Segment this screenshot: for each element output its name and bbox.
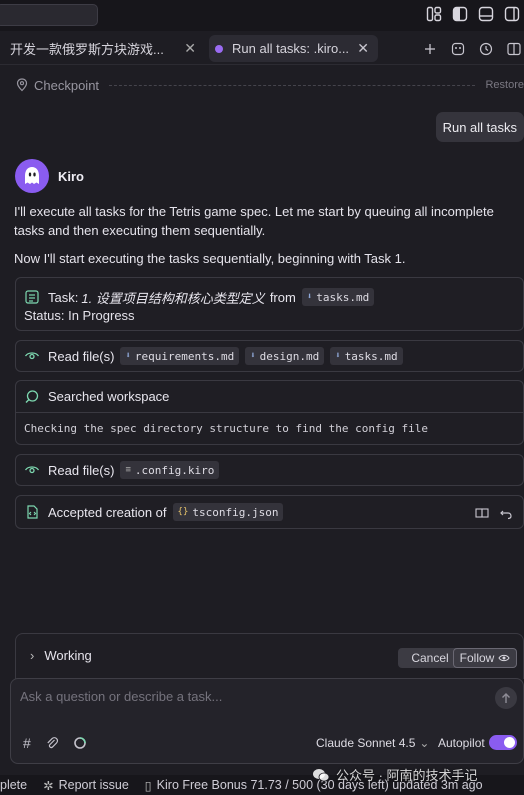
layout-icon[interactable] bbox=[426, 6, 442, 22]
tab-label: Run all tasks: .kiro... bbox=[232, 41, 350, 56]
location-pin-icon bbox=[16, 78, 28, 92]
follow-button[interactable]: Follow bbox=[453, 648, 517, 668]
chat-input-box[interactable]: Ask a question or describe a task... # C… bbox=[10, 678, 524, 764]
model-selector[interactable]: Claude Sonnet 4.5 ⌄ bbox=[316, 736, 429, 750]
tab-actions bbox=[422, 41, 524, 57]
search-detail: Checking the spec directory structure to… bbox=[24, 422, 428, 435]
action-label: Searched workspace bbox=[48, 389, 170, 404]
task-prefix: Task: bbox=[48, 289, 79, 305]
undo-icon[interactable] bbox=[499, 506, 513, 523]
eye-icon bbox=[498, 654, 510, 662]
assistant-header: Kiro bbox=[15, 159, 84, 193]
avatar bbox=[15, 159, 49, 193]
working-panel: › Working Cancel Follow bbox=[15, 633, 524, 679]
search-card[interactable]: Searched workspace Checking the spec dir… bbox=[15, 380, 524, 445]
checkpoint-label: Checkpoint bbox=[34, 77, 100, 93]
report-issue-button[interactable]: ✲ Report issue bbox=[43, 778, 129, 793]
kiro-ghost-icon[interactable] bbox=[450, 41, 466, 57]
working-toggle[interactable]: › Working bbox=[30, 648, 92, 663]
divider bbox=[109, 84, 476, 86]
chevron-right-icon: › bbox=[30, 648, 35, 663]
watermark: 公众号 · 阿南的技术手记 bbox=[312, 765, 478, 784]
tab-bar: 开发一款俄罗斯方块游戏... ✕ Run all tasks: .kiro...… bbox=[0, 31, 524, 65]
diff-icon bbox=[27, 505, 38, 519]
kiro-ghost-icon bbox=[25, 167, 39, 184]
eye-icon bbox=[24, 352, 40, 360]
history-icon[interactable] bbox=[478, 41, 494, 57]
action-label: Read file(s) bbox=[48, 348, 115, 364]
bug-icon: ✲ bbox=[43, 778, 54, 793]
close-icon[interactable]: ✕ bbox=[184, 40, 196, 57]
split-icon[interactable] bbox=[504, 6, 520, 22]
autopilot-label: Autopilot bbox=[438, 736, 485, 750]
file-chip[interactable]: ≡ .config.kiro bbox=[120, 461, 220, 479]
tasklist-icon bbox=[25, 290, 39, 304]
gauge-icon: ▯ bbox=[144, 778, 152, 793]
file-chip[interactable]: {} tsconfig.json bbox=[172, 503, 284, 521]
send-arrow-icon bbox=[502, 693, 510, 703]
file-icon: ⬇ bbox=[306, 292, 313, 302]
assistant-name: Kiro bbox=[58, 168, 84, 184]
wechat-icon bbox=[313, 768, 330, 781]
task-name: 1. 设置项目结构和核心类型定义 bbox=[81, 290, 265, 306]
task-card: Task: 1. 设置项目结构和核心类型定义 from ⬇ tasks.md St… bbox=[15, 277, 524, 331]
plus-icon[interactable] bbox=[422, 41, 438, 57]
chevron-down-icon: ⌄ bbox=[419, 736, 430, 750]
read-files-card: Read file(s) ≡ .config.kiro bbox=[15, 454, 524, 486]
hash-icon[interactable]: # bbox=[23, 735, 31, 751]
working-label: Working bbox=[44, 648, 92, 663]
assistant-text: I'll execute all tasks for the Tetris ga… bbox=[14, 204, 494, 238]
active-dot-icon bbox=[215, 44, 223, 53]
task-from: from bbox=[269, 289, 296, 305]
assistant-text: Now I'll start executing the tasks seque… bbox=[14, 251, 406, 266]
close-icon[interactable]: ✕ bbox=[357, 40, 369, 57]
file-chip[interactable]: ⬇ design.md bbox=[245, 347, 325, 365]
command-search-box[interactable] bbox=[0, 4, 98, 26]
restore-button[interactable]: Restore bbox=[485, 79, 524, 91]
action-label: Read file(s) bbox=[48, 462, 115, 478]
input-tools: # bbox=[23, 735, 87, 751]
read-files-card: Read file(s) ⬇ requirements.md ⬇ design.md… bbox=[15, 340, 524, 372]
tab-tetris-chat[interactable]: 开发一款俄罗斯方块游戏... ✕ bbox=[10, 35, 202, 62]
diff-icon[interactable] bbox=[475, 506, 489, 523]
file-chip[interactable]: ⬇ tasks.md bbox=[330, 347, 403, 365]
title-bar bbox=[0, 0, 524, 31]
accepted-card: Accepted creation of {} tsconfig.json bbox=[15, 495, 524, 529]
sidebar-icon[interactable] bbox=[452, 6, 468, 22]
tab-run-all-tasks[interactable]: Run all tasks: .kiro... ✕ bbox=[209, 35, 378, 62]
checkpoint-row: Checkpoint Restore bbox=[16, 76, 524, 94]
eye-icon bbox=[24, 466, 40, 474]
file-chip[interactable]: ⬇ tasks.md bbox=[301, 288, 375, 306]
tab-label: 开发一款俄罗斯方块游戏... bbox=[10, 42, 164, 57]
status-item[interactable]: plete bbox=[0, 778, 27, 792]
send-button[interactable] bbox=[495, 687, 517, 709]
autopilot-toggle[interactable] bbox=[489, 735, 517, 750]
search-icon bbox=[25, 389, 39, 403]
file-chip[interactable]: ⬇ requirements.md bbox=[120, 347, 240, 365]
user-message: Run all tasks bbox=[435, 112, 524, 142]
panel-icon[interactable] bbox=[478, 6, 494, 22]
task-status: Status: In Progress bbox=[24, 308, 135, 323]
window-controls bbox=[426, 6, 524, 22]
action-label: Accepted creation of bbox=[48, 504, 167, 520]
split-icon[interactable] bbox=[506, 41, 522, 57]
chat-input-placeholder[interactable]: Ask a question or describe a task... bbox=[20, 689, 222, 704]
paperclip-icon[interactable] bbox=[45, 736, 59, 750]
spinner-icon bbox=[73, 737, 86, 749]
